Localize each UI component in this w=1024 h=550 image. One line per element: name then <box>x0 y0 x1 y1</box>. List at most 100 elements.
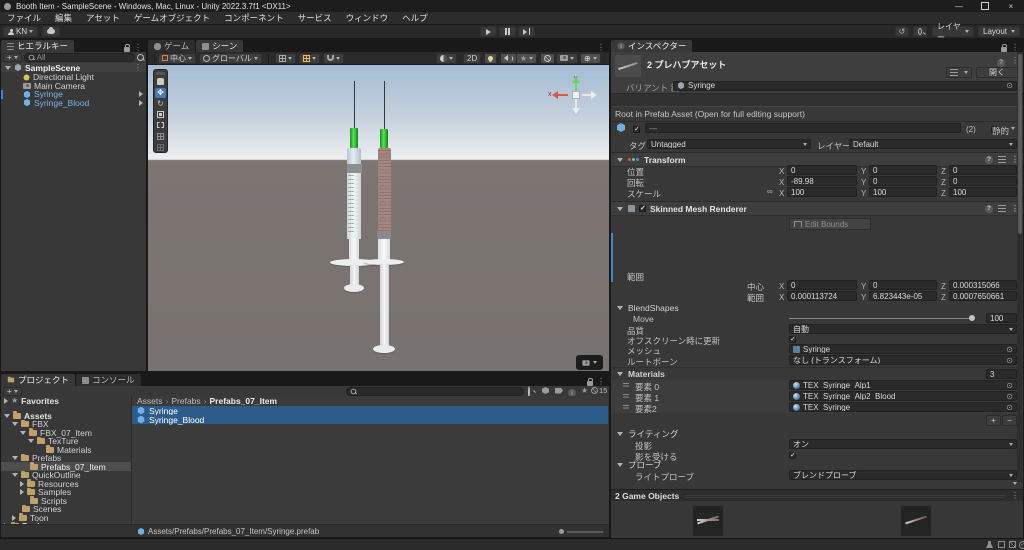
effects-dropdown[interactable]: ★ <box>516 52 538 64</box>
tab-game[interactable]: ゲーム <box>148 40 196 52</box>
add-material-button[interactable]: + <box>986 415 1001 426</box>
gizmo-center-cube[interactable] <box>572 91 580 99</box>
material-field[interactable]: TEX_Syringe_Alp2_Blood ⊙ <box>789 391 1017 401</box>
panel-menu-icon[interactable]: ⋮ <box>134 44 142 52</box>
object-picker-icon[interactable]: ⊙ <box>1006 356 1013 364</box>
materials-count-field[interactable]: 3 <box>986 369 1017 379</box>
light-probes-dropdown[interactable]: ブレンドプローブ <box>789 470 1017 480</box>
create-asset-button[interactable]: + <box>3 386 22 396</box>
hierarchy-item-syringe-blood[interactable]: Syringe_Blood <box>1 98 146 108</box>
extent-y-field[interactable]: 6.823443e-05 <box>869 291 937 301</box>
edit-bounds-button[interactable]: Edit Bounds <box>789 218 871 230</box>
smr-enabled-checkbox[interactable] <box>639 204 646 212</box>
static-dropdown-icon[interactable] <box>1011 127 1015 130</box>
menu-file[interactable]: ファイル <box>0 12 48 24</box>
account-button[interactable]: KN <box>3 26 39 37</box>
cast-shadows-dropdown[interactable]: オン <box>789 439 1017 449</box>
minimize-button[interactable]: — <box>946 0 972 12</box>
smr-header[interactable]: Skinned Mesh Renderer ?⋮ <box>611 201 1023 216</box>
prefab-open-arrow-icon[interactable] <box>139 91 143 97</box>
drag-handle-icon[interactable] <box>623 405 629 409</box>
lock-icon[interactable] <box>587 377 593 386</box>
menu-assets[interactable]: アセット <box>79 12 127 24</box>
hidden-count-button[interactable]: 15 <box>591 386 607 395</box>
quality-dropdown[interactable]: 自動 <box>789 324 1017 334</box>
global-search-button[interactable] <box>913 26 927 37</box>
pivot-dropdown[interactable]: 中心 <box>158 52 196 64</box>
camera-settings-dropdown[interactable] <box>556 52 578 64</box>
zoom-slider-knob[interactable] <box>559 529 564 534</box>
material-field[interactable]: TEX_Syringe_Alp1 ⊙ <box>789 380 1017 390</box>
position-z-field[interactable]: 0 <box>949 165 1017 175</box>
preset-icon[interactable] <box>998 205 1006 212</box>
remove-material-button[interactable]: − <box>1002 415 1017 426</box>
hierarchy-search-input[interactable]: All <box>23 53 135 62</box>
position-x-field[interactable]: 0 <box>787 165 857 175</box>
play-button[interactable] <box>480 26 497 37</box>
scene-menu-icon[interactable]: ⋮ <box>134 63 142 72</box>
move-value-field[interactable]: 100 <box>986 313 1017 323</box>
tab-project[interactable]: プロジェクト <box>1 374 76 386</box>
rect-tool-button[interactable] <box>155 120 166 130</box>
lighting-toggle[interactable] <box>484 52 497 64</box>
help-icon[interactable]: ? <box>985 155 993 164</box>
lock-icon[interactable] <box>124 43 130 52</box>
object-picker-icon[interactable]: ⊙ <box>1006 345 1013 353</box>
drag-handle-icon[interactable] <box>623 394 629 398</box>
tag-dropdown[interactable]: Untagged <box>647 139 811 149</box>
menu-window[interactable]: ウィンドウ <box>339 12 396 24</box>
inspector-scrollbar[interactable] <box>1017 52 1022 482</box>
audio-toggle[interactable] <box>500 52 517 64</box>
space-dropdown[interactable]: グローバル <box>199 52 262 64</box>
extent-z-field[interactable]: 0.0007650661 <box>949 291 1017 301</box>
view-tool-button[interactable] <box>155 77 166 87</box>
scene-camera-overlay[interactable] <box>576 355 603 370</box>
preset-icon[interactable] <box>998 156 1006 163</box>
center-x-field[interactable]: 0 <box>787 280 857 290</box>
cloud-button[interactable] <box>42 26 60 37</box>
material-field[interactable]: TEX_Syringe ⊙ <box>789 402 1017 412</box>
breadcrumb-current[interactable]: Prefabs_07_Item <box>210 396 278 406</box>
menu-services[interactable]: サービス <box>291 12 339 24</box>
prefab-open-arrow-icon[interactable] <box>139 99 143 106</box>
pause-button[interactable] <box>499 26 516 37</box>
foldout-open-icon[interactable] <box>5 65 11 70</box>
rotate-tool-button[interactable]: ↻ <box>155 99 166 109</box>
preview-thumb-syringe-blood[interactable] <box>901 506 931 536</box>
import-status-icon[interactable] <box>1009 541 1016 548</box>
orientation-gizmo[interactable]: y x <box>548 73 603 123</box>
increment-snap-dropdown[interactable] <box>298 52 320 64</box>
drag-handle-icon[interactable] <box>623 383 629 387</box>
position-y-field[interactable]: 0 <box>869 165 937 175</box>
undo-history-button[interactable]: ↺ <box>895 26 909 37</box>
menu-component[interactable]: コンポーネント <box>217 12 291 24</box>
panel-menu-icon[interactable]: ⋮ <box>1011 44 1019 52</box>
ok-status-icon[interactable]: ✓ <box>1019 540 1024 549</box>
tab-hierarchy[interactable]: ヒエラルキー <box>1 40 75 52</box>
object-picker-icon[interactable]: ⊙ <box>1006 82 1013 90</box>
scroll-down-icon[interactable] <box>1013 482 1017 485</box>
probes-foldout[interactable]: プローブ <box>611 460 1023 470</box>
2d-toggle[interactable]: 2D <box>463 52 482 64</box>
rootbone-field[interactable]: なし (トランスフォーム) ⊙ <box>789 355 1017 365</box>
project-search-input[interactable] <box>346 386 524 396</box>
tab-scene[interactable]: シーン <box>196 40 244 52</box>
move-tool-button[interactable]: ✥ <box>155 87 166 98</box>
scrollbar-thumb[interactable] <box>1017 54 1022 234</box>
rotation-x-field[interactable]: -89.98 <box>787 176 857 186</box>
foldout-open-icon[interactable] <box>617 157 623 162</box>
center-z-field[interactable]: 0.000315066 <box>949 280 1017 290</box>
cache-status-icon[interactable] <box>998 541 1005 548</box>
file-row-syringe-blood[interactable]: Syringe_Blood <box>132 415 608 425</box>
help-icon[interactable]: ? <box>985 204 993 213</box>
render-mode-dropdown[interactable] <box>436 52 457 64</box>
menu-help[interactable]: ヘルプ <box>395 12 435 24</box>
tab-console[interactable]: コンソール <box>76 374 141 386</box>
layer-dropdown[interactable]: Default <box>849 139 1017 149</box>
preview-menu-icon[interactable]: ⋮ <box>1011 492 1019 500</box>
zoom-slider-track[interactable] <box>567 531 603 533</box>
materials-header[interactable]: Materials 3 <box>611 367 1023 380</box>
layers-dropdown[interactable]: レイヤー <box>932 22 974 42</box>
lighting-foldout[interactable]: ライティング <box>611 429 1023 439</box>
gameobject-name-field[interactable]: — <box>645 123 961 133</box>
